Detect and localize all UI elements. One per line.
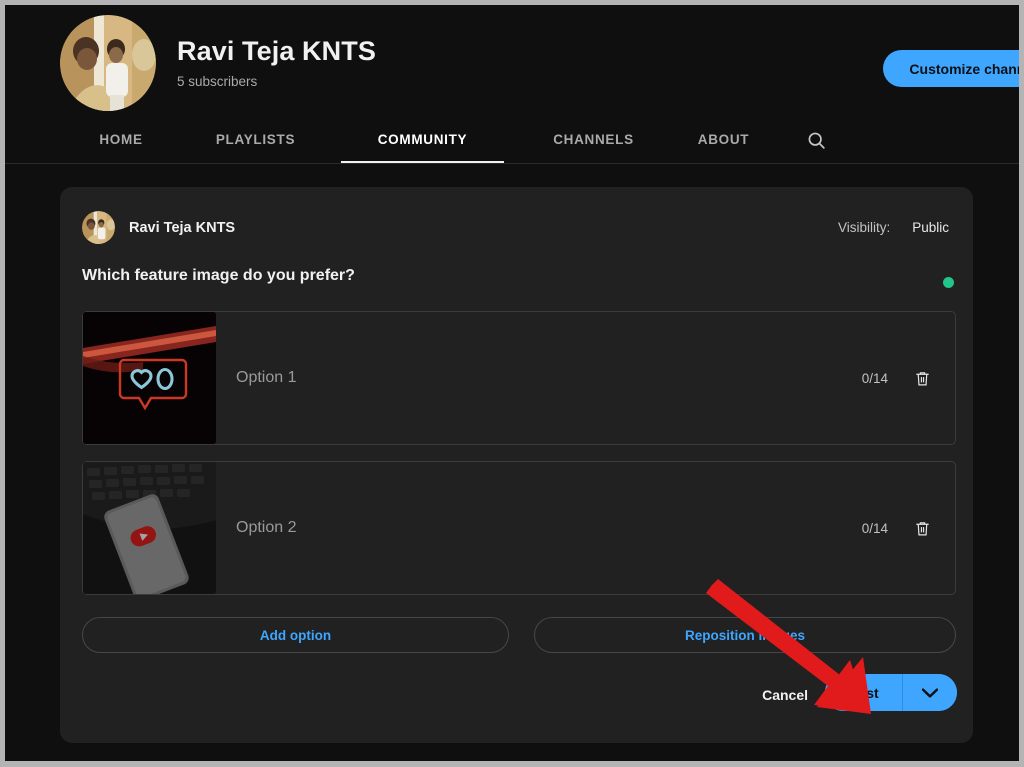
trash-icon[interactable] xyxy=(910,366,934,390)
poll-option-1-char-count: 0/14 xyxy=(861,370,888,386)
channel-header: Ravi Teja KNTS 5 subscribers Customize c… xyxy=(5,5,1019,164)
post-composer-card: Ravi Teja KNTS Visibility: Public Which … xyxy=(60,187,973,743)
status-indicator-dot xyxy=(943,277,954,288)
composer-author-name: Ravi Teja KNTS xyxy=(129,219,236,236)
tab-channels[interactable]: CHANNELS xyxy=(536,118,651,163)
poll-question-text[interactable]: Which feature image do you prefer? xyxy=(82,267,355,285)
poll-option-2-char-count: 0/14 xyxy=(861,520,888,536)
tab-about[interactable]: ABOUT xyxy=(681,118,766,163)
chevron-down-icon[interactable] xyxy=(903,674,957,711)
visibility-label: Visibility: xyxy=(837,220,891,235)
visibility-row[interactable]: Visibility: Public xyxy=(838,220,949,235)
tab-community[interactable]: COMMUNITY xyxy=(341,118,504,163)
poll-option-1-input[interactable] xyxy=(236,312,862,444)
composer-author-row: Ravi Teja KNTS xyxy=(82,211,235,244)
trash-icon[interactable] xyxy=(910,516,934,540)
channel-avatar-photo-icon[interactable] xyxy=(60,15,156,111)
channel-name: Ravi Teja KNTS xyxy=(177,36,376,66)
add-option-button[interactable]: Add option xyxy=(82,617,509,653)
neon-heart-sign-photo-icon[interactable] xyxy=(83,312,216,444)
tab-playlists[interactable]: PLAYLISTS xyxy=(198,118,313,163)
channel-meta: Ravi Teja KNTS 5 subscribers xyxy=(177,15,376,89)
youtube-channel-page: Ravi Teja KNTS 5 subscribers Customize c… xyxy=(0,0,1024,767)
tab-home[interactable]: HOME xyxy=(78,118,164,163)
search-icon[interactable] xyxy=(796,118,836,163)
composer-avatar-photo-icon xyxy=(82,211,115,244)
channel-tab-bar: HOME PLAYLISTS COMMUNITY CHANNELS ABOUT xyxy=(5,118,1019,164)
post-button[interactable]: Post xyxy=(825,674,903,711)
phone-youtube-keyboard-photo-icon[interactable] xyxy=(83,462,216,594)
poll-option-row: 0/14 xyxy=(82,311,956,445)
visibility-value[interactable]: Public xyxy=(912,220,949,235)
customize-channel-button[interactable]: Customize channel xyxy=(883,50,1019,87)
cancel-button[interactable]: Cancel xyxy=(752,677,818,713)
poll-option-row: 0/14 xyxy=(82,461,956,595)
channel-identity: Ravi Teja KNTS 5 subscribers xyxy=(60,15,376,111)
subscriber-count: 5 subscribers xyxy=(177,73,258,89)
poll-option-2-input[interactable] xyxy=(236,462,862,594)
reposition-images-button[interactable]: Reposition images xyxy=(534,617,956,653)
post-split-button: Post xyxy=(825,674,957,711)
